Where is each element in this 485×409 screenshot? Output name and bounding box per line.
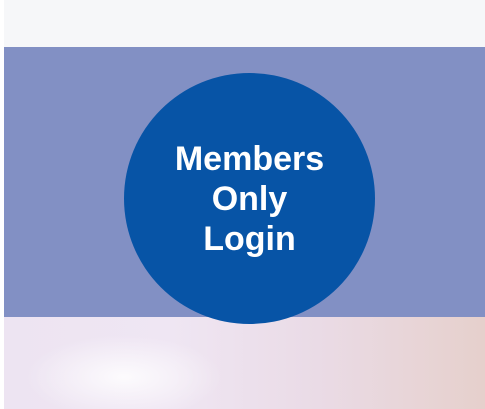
login-label-line-1: Members: [174, 139, 325, 178]
login-button-label: Members Only Login: [175, 139, 324, 259]
login-label-line-2: Only: [211, 179, 288, 218]
background-photo: [4, 317, 485, 409]
top-strip: [4, 0, 485, 47]
page: Members Only Login: [0, 0, 485, 409]
login-label-line-3: Login: [203, 219, 296, 258]
members-only-login-button[interactable]: Members Only Login: [124, 73, 375, 324]
